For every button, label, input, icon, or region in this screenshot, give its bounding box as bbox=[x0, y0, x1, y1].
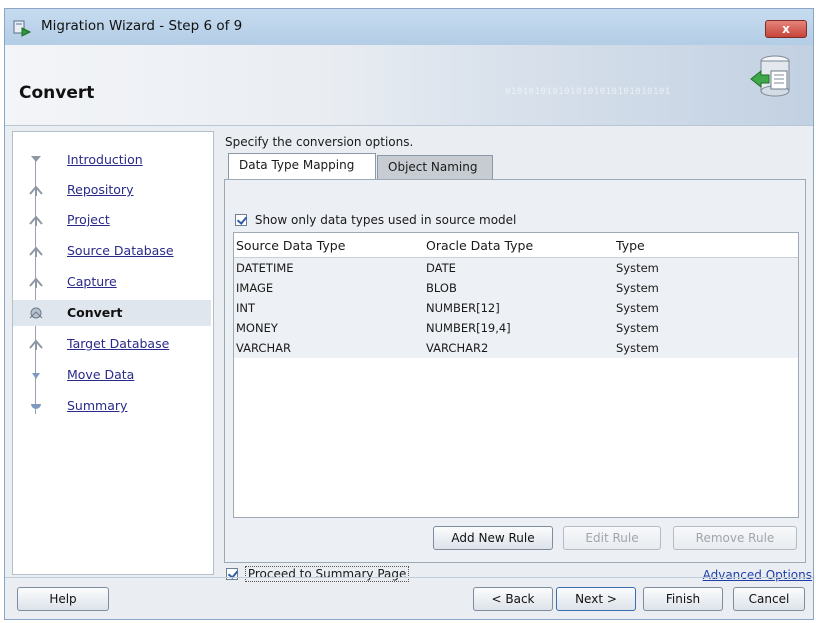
step-convert[interactable]: Convert bbox=[13, 300, 211, 326]
edit-rule-button[interactable]: Edit Rule bbox=[563, 526, 661, 550]
table-cell: INT bbox=[236, 301, 256, 315]
step-capture[interactable]: Capture bbox=[13, 269, 211, 295]
wizard-steps-sidebar: Introduction Repository Project Source D… bbox=[12, 131, 214, 575]
table-cell: NUMBER[12] bbox=[426, 301, 500, 315]
table-cell: IMAGE bbox=[236, 281, 274, 295]
wizard-app-icon bbox=[13, 20, 32, 37]
step-summary[interactable]: Summary bbox=[13, 393, 211, 419]
step-target-database[interactable]: Target Database bbox=[13, 331, 211, 357]
column-header[interactable]: Source Data Type bbox=[236, 238, 345, 253]
instructions-text: Specify the conversion options. bbox=[225, 135, 414, 149]
step-marker-icon bbox=[29, 185, 43, 196]
table-row[interactable]: IMAGE BLOB System bbox=[234, 278, 798, 298]
table-cell: NUMBER[19,4] bbox=[426, 321, 511, 335]
step-move-data[interactable]: Move Data bbox=[13, 362, 211, 388]
show-only-label: Show only data types used in source mode… bbox=[254, 212, 517, 227]
step-label: Source Database bbox=[67, 243, 174, 258]
proceed-label: Proceed to Summary Page bbox=[244, 565, 410, 582]
main-content: Specify the conversion options. Object N… bbox=[220, 131, 812, 582]
step-source-database[interactable]: Source Database bbox=[13, 238, 211, 264]
table-cell: System bbox=[616, 301, 659, 315]
column-header[interactable]: Type bbox=[616, 238, 645, 253]
step-label: Introduction bbox=[67, 152, 143, 167]
table-cell: System bbox=[616, 261, 659, 275]
step-marker-icon bbox=[32, 373, 40, 379]
step-label: Repository bbox=[67, 182, 134, 197]
footer-divider bbox=[5, 577, 813, 578]
column-header[interactable]: Oracle Data Type bbox=[426, 238, 533, 253]
step-introduction[interactable]: Introduction bbox=[13, 147, 211, 173]
step-marker-icon bbox=[29, 215, 43, 226]
advanced-options-link[interactable]: Advanced Options bbox=[703, 568, 812, 582]
tab-data-type-mapping[interactable]: Data Type Mapping bbox=[228, 153, 376, 180]
step-label: Target Database bbox=[67, 336, 170, 351]
table-row[interactable]: VARCHAR VARCHAR2 System bbox=[234, 338, 798, 358]
show-only-checkbox-row[interactable]: Show only data types used in source mode… bbox=[235, 212, 516, 227]
table-cell: VARCHAR2 bbox=[426, 341, 489, 355]
step-label: Project bbox=[67, 212, 110, 227]
step-label: Summary bbox=[67, 398, 128, 413]
step-marker-icon bbox=[31, 156, 41, 162]
step-label: Capture bbox=[67, 274, 117, 289]
finish-button[interactable]: Finish bbox=[643, 587, 723, 611]
title-bar: Migration Wizard - Step 6 of 9 x bbox=[5, 9, 813, 46]
table-header: Source Data Type Oracle Data Type Type bbox=[234, 233, 798, 258]
step-project[interactable]: Project bbox=[13, 207, 211, 233]
data-type-table: Source Data Type Oracle Data Type Type D… bbox=[233, 232, 799, 518]
step-current-marker-icon bbox=[29, 307, 43, 319]
window-title: Migration Wizard - Step 6 of 9 bbox=[41, 18, 243, 34]
table-cell: DATE bbox=[426, 261, 456, 275]
help-button[interactable]: Help bbox=[17, 587, 109, 611]
step-label: Convert bbox=[67, 305, 123, 320]
table-cell: System bbox=[616, 321, 659, 335]
step-repository[interactable]: Repository bbox=[13, 177, 211, 203]
tab-object-naming[interactable]: Object Naming bbox=[377, 155, 493, 179]
table-cell: System bbox=[616, 281, 659, 295]
next-button[interactable]: Next > bbox=[556, 587, 636, 611]
remove-rule-button[interactable]: Remove Rule bbox=[673, 526, 797, 550]
close-button[interactable]: x bbox=[765, 20, 807, 38]
banner-binary-decoration: 0101010101010101010101010101 bbox=[505, 87, 671, 97]
back-button[interactable]: < Back bbox=[473, 587, 553, 611]
step-marker-icon bbox=[31, 404, 41, 409]
step-marker-icon bbox=[29, 277, 43, 288]
table-cell: VARCHAR bbox=[236, 341, 291, 355]
cancel-button[interactable]: Cancel bbox=[733, 587, 805, 611]
table-cell: MONEY bbox=[236, 321, 278, 335]
table-cell: DATETIME bbox=[236, 261, 294, 275]
table-row[interactable]: MONEY NUMBER[19,4] System bbox=[234, 318, 798, 338]
table-row[interactable]: INT NUMBER[12] System bbox=[234, 298, 798, 318]
table-cell: BLOB bbox=[426, 281, 457, 295]
data-type-mapping-panel: Show only data types used in source mode… bbox=[224, 179, 806, 563]
table-cell: System bbox=[616, 341, 659, 355]
close-icon: x bbox=[782, 22, 790, 36]
step-marker-icon bbox=[29, 246, 43, 257]
step-marker-icon bbox=[29, 339, 43, 350]
wizard-banner: Convert 0101010101010101010101010101 bbox=[5, 45, 813, 126]
page-title: Convert bbox=[19, 83, 95, 103]
show-only-checkbox[interactable] bbox=[235, 213, 247, 226]
add-new-rule-button[interactable]: Add New Rule bbox=[433, 526, 553, 550]
database-migrate-icon bbox=[750, 55, 790, 97]
step-label: Move Data bbox=[67, 367, 135, 382]
proceed-checkbox-row[interactable]: Proceed to Summary Page bbox=[226, 565, 410, 582]
table-row[interactable]: DATETIME DATE System bbox=[234, 258, 798, 278]
migration-wizard-window: Migration Wizard - Step 6 of 9 x Convert… bbox=[4, 8, 814, 620]
